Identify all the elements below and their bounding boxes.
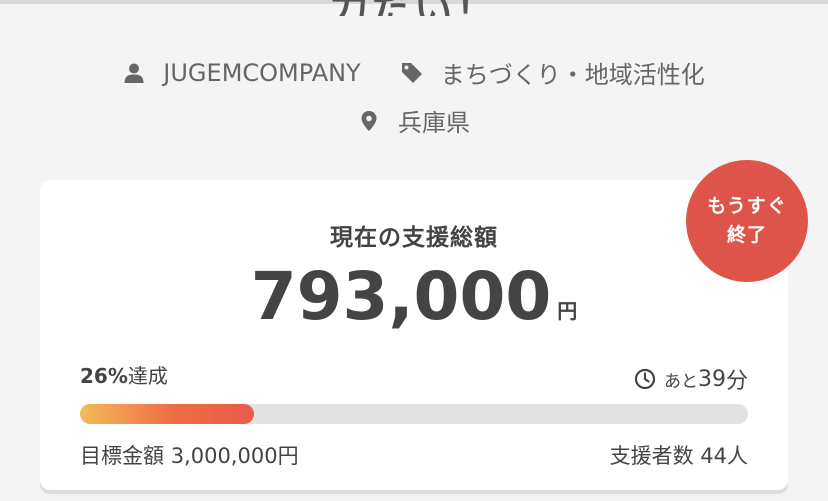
category-name: まちづくり・地域活性化 <box>440 61 705 89</box>
project-meta-row: JUGEMCOMPANY まちづくり・地域活性化 <box>0 55 828 90</box>
clock-icon <box>634 368 656 390</box>
funding-amount: 793,000 <box>250 258 552 335</box>
owner-name: JUGEMCOMPANY <box>163 58 361 87</box>
map-pin-icon <box>361 110 377 131</box>
goal-amount: 目標金額 3,000,000円 <box>80 440 299 470</box>
goal-label: 目標金額 <box>80 444 164 468</box>
currency-unit: 円 <box>557 299 578 323</box>
supporters-label: 支援者数 <box>609 444 694 468</box>
supporters-count: 支援者数 44人 <box>610 440 748 470</box>
project-title: 力だい！ <box>0 0 828 16</box>
tag-icon <box>401 62 422 83</box>
remaining-unit: 分 <box>725 369 748 394</box>
user-icon <box>124 63 144 83</box>
remaining-value: 39 <box>697 366 726 392</box>
achievement-label: 26%達成 <box>80 360 168 389</box>
funding-card: 現在の支援総額 793,000 円 26%達成 あと 39 分 目標金額 3,000… <box>40 180 788 490</box>
remaining-prefix: あと <box>663 371 698 392</box>
progress-bar <box>80 404 748 424</box>
project-page: 力だい！ JUGEMCOMPANY まちづくり・地域活性化 兵庫県 <box>0 0 828 501</box>
ending-soon-badge: もうすぐ 終了 <box>686 160 808 282</box>
location-name: 兵庫県 <box>398 109 470 137</box>
achievement-percent: 26% <box>80 364 128 388</box>
goal-value: 3,000,000円 <box>170 444 299 468</box>
time-remaining: あと 39 分 <box>634 363 748 395</box>
owner-link[interactable]: JUGEMCOMPANY <box>123 58 361 87</box>
progress-bar-fill <box>80 404 254 424</box>
badge-line-1: もうすぐ <box>707 194 787 217</box>
funding-amount-row: 793,000 円 <box>40 264 788 330</box>
location-row: 兵庫県 <box>0 103 828 138</box>
achievement-suffix: 達成 <box>127 364 168 388</box>
category-link[interactable]: まちづくり・地域活性化 <box>401 55 705 90</box>
supporters-value: 44人 <box>700 444 748 468</box>
badge-line-2: 終了 <box>726 224 767 246</box>
funding-heading: 現在の支援総額 <box>330 225 498 251</box>
location-link[interactable]: 兵庫県 <box>358 103 470 138</box>
